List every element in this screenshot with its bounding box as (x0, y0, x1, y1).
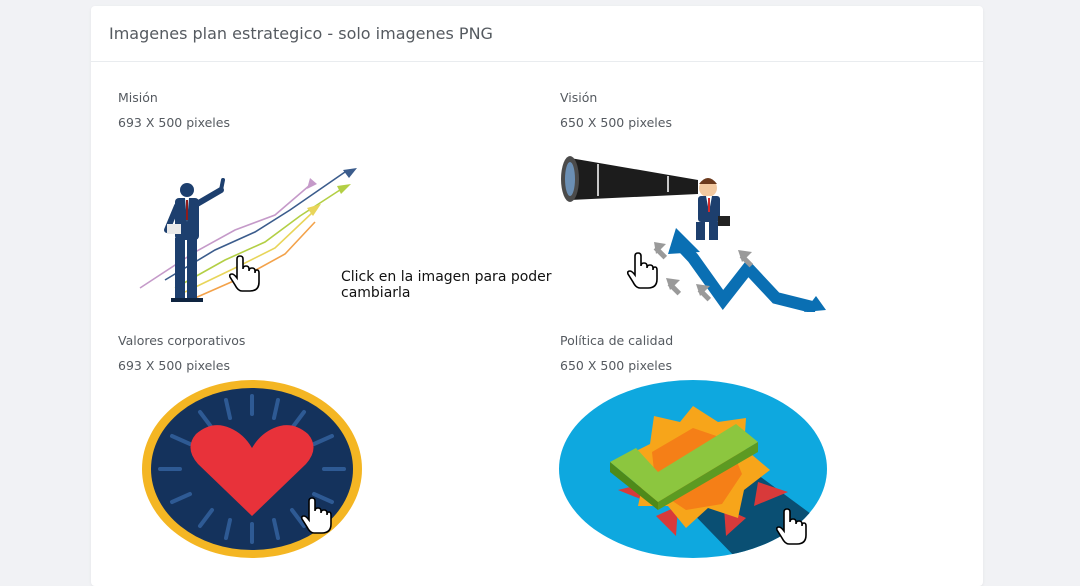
politica-block: Política de calidad 650 X 500 pixeles (560, 333, 673, 373)
hand-pointer-icon (775, 508, 807, 546)
mision-size: 693 X 500 pixeles (118, 115, 230, 130)
mision-block: Misión 693 X 500 pixeles (118, 90, 230, 130)
vision-block: Visión 650 X 500 pixeles (560, 90, 672, 130)
valores-block: Valores corporativos 693 X 500 pixeles (118, 333, 245, 373)
politica-title: Política de calidad (560, 333, 674, 348)
vision-title: Visión (560, 90, 598, 105)
card-title: Imagenes plan estrategico - solo imagene… (109, 24, 493, 43)
hand-pointer-icon (626, 252, 658, 290)
vision-size: 650 X 500 pixeles (560, 115, 672, 130)
mision-title: Misión (118, 90, 158, 105)
card-header: Imagenes plan estrategico - solo imagene… (91, 6, 983, 62)
change-image-hint: Click en la imagen para poder cambiarla (341, 269, 552, 301)
hand-pointer-icon (300, 497, 332, 535)
valores-title: Valores corporativos (118, 333, 246, 348)
politica-size: 650 X 500 pixeles (560, 358, 672, 373)
hand-pointer-icon (228, 255, 260, 293)
valores-size: 693 X 500 pixeles (118, 358, 230, 373)
